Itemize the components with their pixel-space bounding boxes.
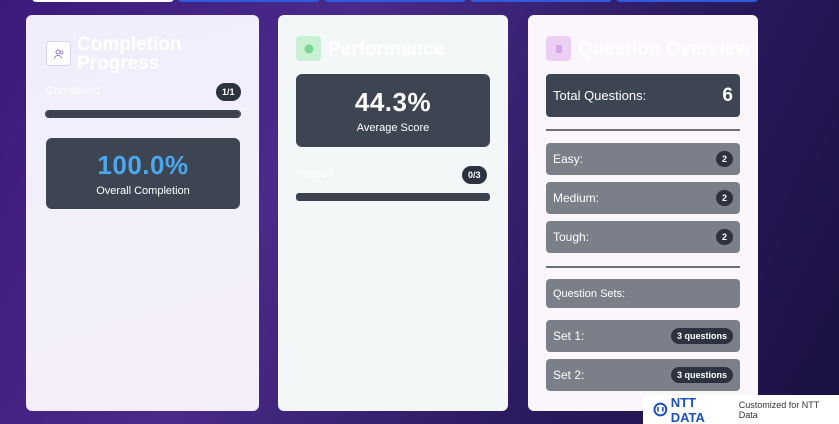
ntt-data-logo: NTT DATA xyxy=(653,395,733,424)
divider xyxy=(546,266,740,268)
completed-label: Completed xyxy=(46,85,100,97)
tab-active[interactable] xyxy=(32,0,174,2)
question-sets-label: Question Sets: xyxy=(553,287,626,300)
question-set-row-2: Set 2: 3 questions xyxy=(546,359,740,391)
question-set-label: Set 1: xyxy=(553,329,585,343)
passed-label: Passed xyxy=(296,168,333,180)
completed-count-badge: 1/1 xyxy=(216,83,241,101)
completion-progress-card: Completion Progress Completed 1/1 100.0%… xyxy=(26,15,259,411)
tab-4[interactable] xyxy=(470,0,612,2)
question-set-row-1: Set 1: 3 questions xyxy=(546,320,740,352)
passed-count-badge: 0/3 xyxy=(462,166,487,184)
completion-progress-bar xyxy=(45,110,241,118)
passed-progress-bar xyxy=(296,193,490,201)
document-icon xyxy=(546,36,571,61)
question-set-count: 3 questions xyxy=(670,328,733,344)
total-questions-row: Total Questions: 6 xyxy=(546,74,740,117)
top-tab-bar xyxy=(32,0,758,2)
average-score-caption: Average Score xyxy=(356,122,430,134)
passed-progress-fill xyxy=(296,193,490,201)
difficulty-row-easy: Easy: 2 xyxy=(546,143,740,175)
overall-completion-caption: Overall Completion xyxy=(96,185,190,197)
performance-title: Performance xyxy=(328,39,445,60)
overall-completion-box: 100.0% Overall Completion xyxy=(46,138,240,209)
average-score-box: 44.3% Average Score xyxy=(296,74,490,147)
difficulty-label: Easy: xyxy=(553,152,584,166)
question-set-label: Set 2: xyxy=(553,368,585,382)
performance-card: Performance 44.3% Average Score Passed 0… xyxy=(278,15,508,411)
users-icon xyxy=(46,41,71,66)
total-questions-label: Total Questions: xyxy=(553,88,647,103)
completion-title: Completion Progress xyxy=(77,34,182,74)
performance-icon xyxy=(296,36,321,61)
total-questions-value: 6 xyxy=(722,84,733,106)
logo-text: NTT DATA xyxy=(670,394,705,424)
tab-5[interactable] xyxy=(616,0,758,2)
question-overview-title: Question Overview xyxy=(578,39,751,60)
difficulty-row-medium: Medium: 2 xyxy=(546,182,740,214)
average-score-value: 44.3% xyxy=(354,87,432,117)
ntt-logo-icon xyxy=(653,402,668,417)
tab-2[interactable] xyxy=(178,0,320,2)
completion-progress-fill xyxy=(46,111,240,117)
difficulty-label: Tough: xyxy=(553,230,590,244)
difficulty-count: 2 xyxy=(715,151,733,167)
difficulty-count: 2 xyxy=(715,229,733,245)
overall-completion-value: 100.0% xyxy=(97,150,189,180)
tab-3[interactable] xyxy=(324,0,466,2)
difficulty-row-tough: Tough: 2 xyxy=(546,221,740,253)
branding-tagline: Customized for NTT Data xyxy=(738,399,820,420)
question-overview-card: Question Overview Total Questions: 6 Eas… xyxy=(528,15,758,411)
difficulty-count: 2 xyxy=(715,190,733,206)
difficulty-label: Medium: xyxy=(553,191,600,205)
divider xyxy=(546,129,740,131)
question-set-count: 3 questions xyxy=(670,367,733,383)
branding-badge: NTT DATA Customized for NTT Data xyxy=(643,395,839,424)
question-sets-header: Question Sets: xyxy=(546,279,740,308)
